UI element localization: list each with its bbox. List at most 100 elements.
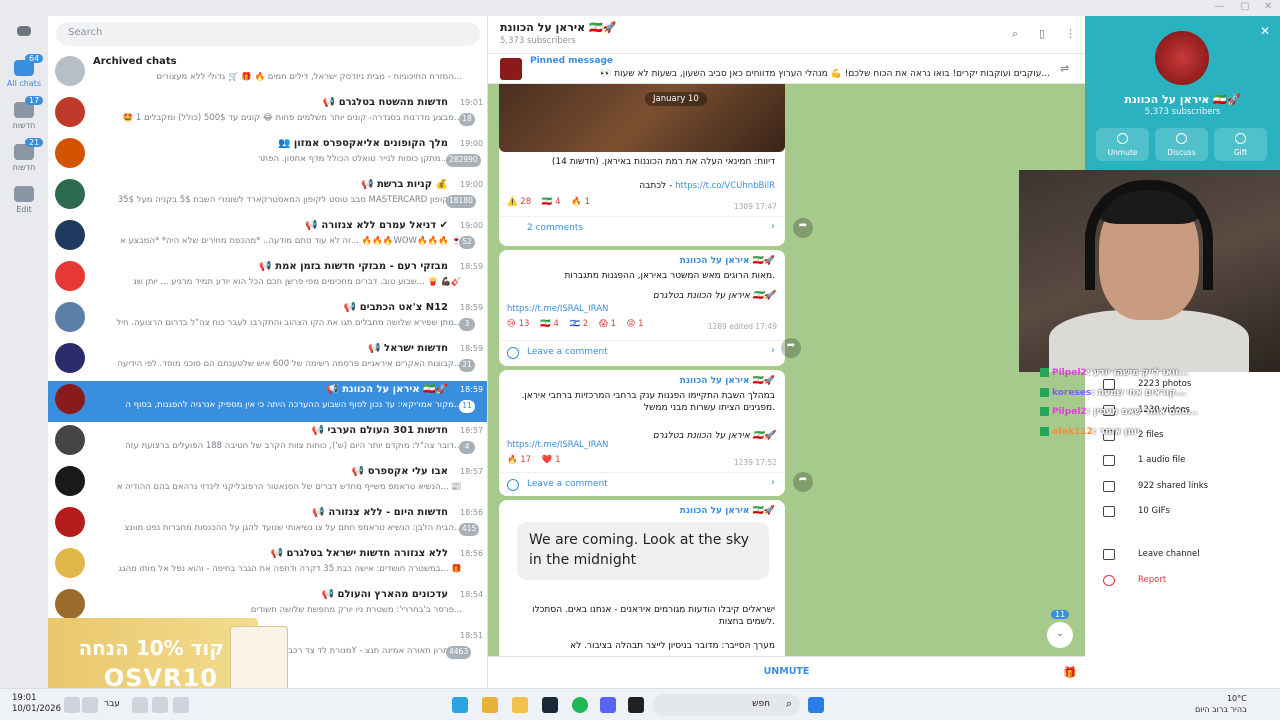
- chat-row[interactable]: 📢 ללא צנזורה חדשות ישראל בטלגרם 18:56 במשט…: [48, 545, 487, 586]
- steam-app-icon[interactable]: [542, 697, 558, 713]
- sidebar-toggle-icon[interactable]: ▯: [1039, 27, 1053, 41]
- taskbar-clock[interactable]: 19:01 10/01/2026: [12, 693, 61, 715]
- chat-row[interactable]: 📢 איראן על הכוונת 🇮🇷🚀 18:59 מקור אמריקאי: …: [48, 381, 487, 422]
- promo-banner[interactable]: קוד 10% הנחה OSVR10: [48, 618, 288, 688]
- chevron-up-icon[interactable]: [173, 697, 189, 713]
- report-button[interactable]: Report: [1085, 570, 1280, 592]
- clock-date: 10/01/2026: [12, 704, 61, 714]
- windows-start-icon[interactable]: [808, 697, 824, 713]
- chat-preview: מתן שפירא שלושה מחבלים תגו את הקו הצהוב …: [116, 318, 462, 328]
- headphones-icon: [1103, 455, 1115, 466]
- message-link[interactable]: https://t.me/ISRAL_IRAN: [507, 304, 608, 314]
- channel-avatar[interactable]: [1155, 31, 1209, 85]
- chat-row[interactable]: 📢 חדשות היום - ללא צנזורה 18:56 הבית הלבן:…: [48, 504, 487, 545]
- folder-label: חדשות: [12, 121, 36, 130]
- telegram-app-icon[interactable]: [452, 697, 468, 713]
- chat-text: : סתם אומר שאם מעניין...: [1086, 407, 1198, 417]
- folder-news-1[interactable]: 17 חדשות: [0, 96, 48, 130]
- chat-header[interactable]: איראן על הכוונת 🇮🇷🚀 5,373 subscribers ⌕ …: [488, 16, 1085, 54]
- spotify-app-icon[interactable]: [572, 697, 588, 713]
- message-text: מאות הרוגים מאש המשטר באיראן, ההפגנות מת…: [564, 271, 775, 281]
- reaction-chip[interactable]: 🔥 1: [571, 197, 590, 207]
- chat-row[interactable]: 📢 קניות ברשת 💰 19:00 סבב טוסט לקופון המאסט…: [48, 176, 487, 217]
- chat-title: 📢 חדשות 301 העולם הערבי: [311, 425, 448, 436]
- chrome-app-icon[interactable]: [482, 697, 498, 713]
- chat-row[interactable]: 📢 דניאל עמרם ללא צנזורה ✔ 19:00 זה לא עוד …: [48, 217, 487, 258]
- chevron-right-icon: ›: [771, 345, 775, 356]
- chat-row[interactable]: 📢 אבו עלי אקספרס 18:57 הנשיא טראמפ משייף מ…: [48, 463, 487, 504]
- archived-chats-row[interactable]: Archived chats המזרח התיכוניות - מבית גיז…: [48, 53, 487, 94]
- unmute-button[interactable]: UNMUTE: [488, 666, 1085, 677]
- chat-row[interactable]: 📢 מבזקי רעם - מבזקי חדשות בזמן אמת 18:59 ש…: [48, 258, 487, 299]
- maximize-icon[interactable]: ▢: [1240, 1, 1249, 12]
- message-link[interactable]: https://t.co/VCUhnbBilR: [675, 181, 775, 191]
- scroll-down-button[interactable]: ⌄: [1047, 622, 1073, 648]
- gift-action-button[interactable]: Gift: [1214, 128, 1267, 161]
- bluetooth-icon[interactable]: [152, 697, 168, 713]
- comments-bar[interactable]: Leave a comment ›: [499, 472, 785, 496]
- minimize-icon[interactable]: —: [1214, 1, 1224, 12]
- discord-app-icon[interactable]: [600, 697, 616, 713]
- files-app-icon[interactable]: [512, 697, 528, 713]
- language-indicator[interactable]: עבר: [104, 699, 120, 709]
- sliders-icon: [14, 186, 34, 202]
- gift-icon[interactable]: 🎁: [1063, 666, 1077, 680]
- message-link-row: לכתבה - https://t.co/VCUhnbBilR: [509, 180, 775, 192]
- unread-badge: 21: [459, 359, 475, 372]
- reactions: 😢 13 🇮🇷 4 🇮🇱 2 😱 1 😡 1: [507, 319, 652, 329]
- stat-audio[interactable]: 1 audio file: [1085, 450, 1280, 472]
- share-icon[interactable]: ➦: [793, 218, 813, 238]
- chat-row[interactable]: 📢 חדשות 301 העולם הערבי 18:57 דובר צה"ל: מ…: [48, 422, 487, 463]
- unmute-action-button[interactable]: Unmute: [1096, 128, 1149, 161]
- volume-icon[interactable]: [64, 697, 80, 713]
- folder-edit[interactable]: Edit: [0, 186, 48, 214]
- chat-time: 19:00: [460, 180, 484, 189]
- more-icon[interactable]: ⋮: [1065, 27, 1079, 41]
- microphone-icon[interactable]: [132, 697, 148, 713]
- close-window-icon[interactable]: ✕: [1264, 1, 1272, 12]
- reaction-chip[interactable]: 😱 1: [599, 319, 616, 329]
- unread-badge: 18180: [446, 195, 476, 208]
- discuss-action-button[interactable]: Discuss: [1155, 128, 1208, 161]
- chat-title: 📢 דניאל עמרם ללא צנזורה ✔: [305, 220, 448, 231]
- chat-time: 18:51: [460, 631, 484, 640]
- comments-bar[interactable]: Leave a comment ›: [499, 340, 785, 364]
- message-photo[interactable]: [499, 84, 785, 152]
- chat-row[interactable]: 👥 מלך הקופונים אליאקספרס אמזון 19:00 מתקן …: [48, 135, 487, 176]
- stat-gifs[interactable]: 10 GIFs: [1085, 501, 1280, 523]
- chat-avatar: [55, 548, 85, 578]
- menu-button[interactable]: [0, 26, 48, 39]
- reaction-chip[interactable]: 🇮🇷 4: [542, 197, 561, 207]
- close-icon[interactable]: ✕: [1260, 24, 1270, 38]
- reaction-chip[interactable]: 🇮🇷 4: [540, 319, 559, 329]
- chat-row[interactable]: 📢 חדשות ישראל 18:59 קבוצות האקרים איראניים…: [48, 340, 487, 381]
- stat-links[interactable]: 922 shared links: [1085, 476, 1280, 498]
- comments-bar[interactable]: 2 comments ›: [499, 216, 785, 240]
- weather-widget[interactable]: 10°C בהיר ברוב היום: [1195, 693, 1247, 715]
- folder-news-2[interactable]: 21 חדשות: [0, 138, 48, 172]
- chat-title: 📢 חדשות מהשטח בטלגרם: [322, 97, 448, 108]
- reaction-chip[interactable]: 🇮🇱 2: [570, 319, 589, 329]
- share-icon[interactable]: ➦: [781, 338, 801, 358]
- chat-row[interactable]: 📢 חדשות מהשטח בטלגרם 19:01 🤩 מבצע מדרגות ב…: [48, 94, 487, 135]
- chat-text: : קוראים אחי שמעת...: [1091, 388, 1187, 398]
- chat-row[interactable]: 📢 צ'אט הכתבים N12 18:59 מתן שפירא שלושה מח…: [48, 299, 487, 340]
- pin-list-icon[interactable]: ⇌: [1060, 62, 1074, 76]
- share-icon[interactable]: ➦: [793, 472, 813, 492]
- reaction-chip[interactable]: 🔥 17: [507, 455, 531, 465]
- network-icon[interactable]: [82, 697, 98, 713]
- chat-title: 📢 איראן על הכוונת 🇮🇷🚀: [326, 384, 448, 395]
- leave-channel-button[interactable]: Leave channel: [1085, 544, 1280, 566]
- folder-all-chats[interactable]: 64 All chats: [0, 54, 48, 88]
- taskbar-search[interactable]: חפש ⌕: [652, 694, 800, 716]
- pinned-message-bar[interactable]: Pinned message 👀 עוקבים ועוקבות יקרים! ב…: [488, 54, 1085, 84]
- reaction-chip[interactable]: 😡 1: [627, 319, 644, 329]
- reaction-chip[interactable]: 😢 13: [507, 319, 529, 329]
- obs-app-icon[interactable]: [628, 697, 644, 713]
- search-icon[interactable]: ⌕: [1012, 27, 1026, 41]
- reaction-chip[interactable]: ❤️ 1: [542, 455, 561, 465]
- search-input[interactable]: Search: [56, 22, 480, 46]
- chat-time: 18:59: [460, 262, 484, 271]
- reaction-chip[interactable]: ⚠️ 28: [507, 197, 531, 207]
- message-link[interactable]: https://t.me/ISRAL_IRAN: [507, 440, 608, 450]
